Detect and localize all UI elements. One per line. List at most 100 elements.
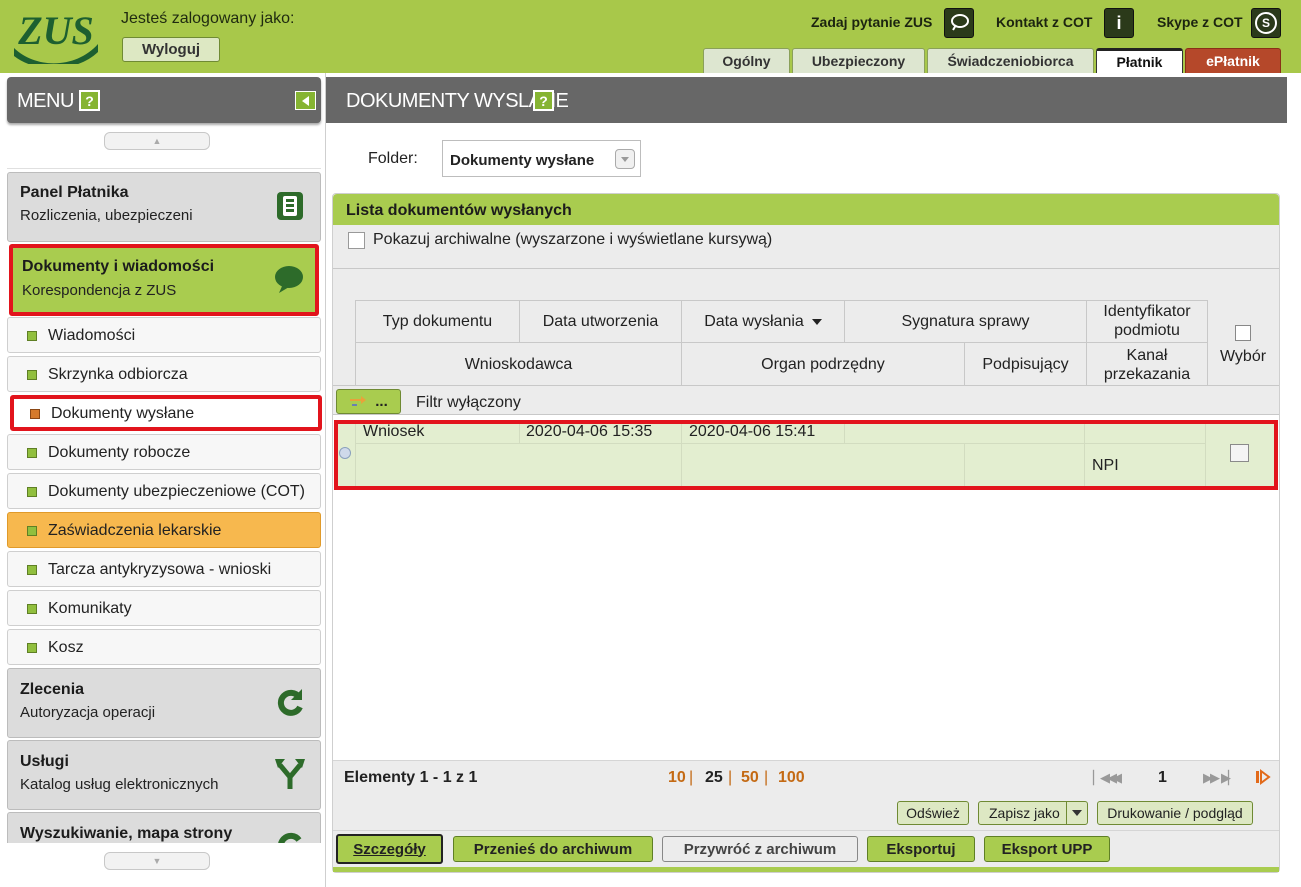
first-page-icon[interactable]: ▏◀◀ bbox=[1093, 770, 1117, 786]
export-upp-button[interactable]: Eksport UPP bbox=[984, 836, 1110, 862]
col-sent[interactable]: Data wysłania bbox=[682, 312, 844, 331]
logout-button[interactable]: Wyloguj bbox=[122, 37, 220, 62]
page-size-100[interactable]: 100 bbox=[778, 769, 805, 787]
col-applicant[interactable]: Wnioskodawca bbox=[356, 355, 681, 374]
last-page-icon[interactable]: ▶▏ bbox=[1221, 770, 1238, 786]
bullet-icon bbox=[27, 604, 37, 614]
prev-page-icon[interactable]: ◀ bbox=[1112, 770, 1122, 786]
filter-button[interactable]: ... bbox=[336, 389, 401, 414]
col-case-signature[interactable]: Sygnatura sprawy bbox=[845, 312, 1086, 331]
help-icon[interactable]: ? bbox=[79, 90, 100, 111]
cell-doc-type: Wniosek bbox=[363, 423, 425, 440]
menu-item-label: Kosz bbox=[48, 639, 84, 656]
tab-eplatnik[interactable]: ePłatnik bbox=[1185, 48, 1281, 73]
chevron-down-icon[interactable] bbox=[1066, 802, 1087, 824]
col-select: Wybór bbox=[1219, 348, 1267, 365]
print-preview-button[interactable]: Drukowanie / podgląd bbox=[1097, 801, 1253, 825]
section-subtitle: Autoryzacja operacji bbox=[20, 704, 156, 721]
menu-item-wiadomosci[interactable]: Wiadomości bbox=[7, 317, 321, 353]
show-archived-checkbox[interactable] bbox=[348, 232, 365, 249]
logo-text: ZUS bbox=[17, 8, 94, 53]
menu-item-dokumenty-wyslane[interactable]: Dokumenty wysłane bbox=[10, 395, 322, 431]
scroll-up-button[interactable]: ▲ bbox=[104, 132, 210, 150]
refresh-button[interactable]: Odśwież bbox=[897, 801, 969, 825]
tab-platnik[interactable]: Płatnik bbox=[1096, 48, 1183, 73]
menu-item-tarcza-antykryzysowa[interactable]: Tarcza antykryzysowa - wnioski bbox=[7, 551, 321, 587]
contact-cot-link[interactable]: Kontakt z COT bbox=[996, 14, 1092, 30]
grid-line bbox=[1205, 424, 1206, 486]
divider bbox=[333, 830, 1279, 831]
col-subject-id[interactable]: Identyfikator podmiotu bbox=[1087, 302, 1207, 340]
page-size-25[interactable]: 25 bbox=[705, 769, 723, 787]
menu-section-dokumenty[interactable]: Dokumenty i wiadomości Korespondencja z … bbox=[9, 244, 319, 316]
chevron-down-icon[interactable] bbox=[615, 149, 635, 169]
page-size-50[interactable]: 50 bbox=[741, 769, 759, 787]
save-as-button[interactable]: Zapisz jako bbox=[978, 801, 1088, 825]
menu-item-dokumenty-ubezpieczeniowe[interactable]: Dokumenty ubezpieczeniowe (COT) bbox=[7, 473, 321, 509]
export-button[interactable]: Eksportuj bbox=[867, 836, 975, 862]
ask-zus-link[interactable]: Zadaj pytanie ZUS bbox=[811, 14, 932, 30]
menu-item-zaswiadczenia-lekarskie[interactable]: Zaświadczenia lekarskie bbox=[7, 512, 321, 548]
col-doc-type[interactable]: Typ dokumentu bbox=[356, 312, 519, 331]
cell-channel: NPI bbox=[1092, 457, 1119, 474]
menu-item-label: Tarcza antykryzysowa - wnioski bbox=[48, 561, 272, 578]
col-channel-line1: Kanał bbox=[1126, 347, 1168, 364]
tab-swiadczeniobiorca[interactable]: Świadczeniobiorca bbox=[927, 48, 1094, 73]
grid-line bbox=[844, 424, 845, 443]
filter-button-label: ... bbox=[375, 393, 388, 410]
grid-line bbox=[355, 424, 356, 486]
menu-section-uslugi[interactable]: Usługi Katalog usług elektronicznych bbox=[7, 740, 321, 810]
page-end-icon[interactable] bbox=[1255, 769, 1271, 785]
tab-ogolny[interactable]: Ogólny bbox=[703, 48, 790, 73]
col-channel[interactable]: Kanał przekazania bbox=[1087, 346, 1207, 384]
page-size-10[interactable]: 10 bbox=[668, 769, 686, 787]
items-count: Elementy 1 - 1 z 1 bbox=[344, 769, 478, 786]
menu-item-skrzynka-odbiorcza[interactable]: Skrzynka odbiorcza bbox=[7, 356, 321, 392]
cell-created: 2020-04-06 15:35 bbox=[526, 423, 653, 440]
menu-item-dokumenty-robocze[interactable]: Dokumenty robocze bbox=[7, 434, 321, 470]
section-subtitle: Katalog usług elektronicznych bbox=[20, 776, 219, 793]
menu-item-komunikaty[interactable]: Komunikaty bbox=[7, 590, 321, 626]
sort-desc-icon bbox=[811, 318, 822, 325]
menu-section-panel-platnika[interactable]: Panel Płatnika Rozliczenia, ubezpieczeni bbox=[7, 172, 321, 242]
info-icon[interactable]: i bbox=[1104, 8, 1134, 38]
refresh-icon bbox=[274, 686, 306, 718]
section-subtitle: Korespondencja z ZUS bbox=[22, 282, 177, 299]
col-created[interactable]: Data utworzenia bbox=[520, 312, 681, 331]
section-title: Dokumenty i wiadomości bbox=[22, 258, 215, 275]
menu-item-kosz[interactable]: Kosz bbox=[7, 629, 321, 665]
menu-section-wyszukiwanie[interactable]: Wyszukiwanie, mapa strony bbox=[7, 812, 321, 843]
current-page: 1 bbox=[1158, 769, 1167, 786]
refresh-icon bbox=[274, 829, 306, 843]
menu-section-zlecenia[interactable]: Zlecenia Autoryzacja operacji bbox=[7, 668, 321, 738]
skype-cot-link[interactable]: Skype z COT bbox=[1157, 14, 1243, 30]
help-icon[interactable]: ? bbox=[533, 90, 554, 111]
folder-value: Dokumenty wysłane bbox=[450, 152, 595, 169]
row-expand-radio[interactable] bbox=[339, 447, 351, 459]
grid-line bbox=[355, 342, 1207, 343]
panel-bottom-bar bbox=[333, 867, 1279, 872]
section-title: Wyszukiwanie, mapa strony bbox=[20, 825, 233, 842]
select-all-checkbox[interactable] bbox=[1235, 325, 1251, 341]
row-select-checkbox[interactable] bbox=[1230, 444, 1249, 462]
zus-logo[interactable]: ZUS bbox=[12, 8, 100, 64]
col-signer[interactable]: Podpisujący bbox=[965, 355, 1086, 374]
chat-bubble-icon[interactable] bbox=[944, 8, 974, 38]
skype-icon[interactable]: S bbox=[1251, 8, 1281, 38]
folder-select[interactable]: Dokumenty wysłane bbox=[442, 140, 641, 177]
bullet-icon bbox=[27, 370, 37, 380]
collapse-menu-icon[interactable] bbox=[295, 91, 316, 110]
col-sub-organ[interactable]: Organ podrzędny bbox=[682, 355, 964, 374]
save-as-label: Zapisz jako bbox=[989, 805, 1060, 821]
cell-sent: 2020-04-06 15:41 bbox=[689, 423, 816, 440]
scroll-down-button[interactable]: ▼ bbox=[104, 852, 210, 870]
next-page-icon[interactable]: ▶▶ bbox=[1203, 770, 1220, 786]
grid-line bbox=[1207, 300, 1208, 385]
restore-from-archive-button[interactable]: Przywróć z archiwum bbox=[662, 836, 858, 862]
menu-header: MENU ? bbox=[7, 77, 321, 123]
details-button[interactable]: Szczegóły bbox=[336, 834, 443, 864]
move-to-archive-button[interactable]: Przenieś do archiwum bbox=[453, 836, 653, 862]
bullet-icon bbox=[27, 448, 37, 458]
tab-ubezpieczony[interactable]: Ubezpieczony bbox=[792, 48, 925, 73]
col-sent-label: Data wysłania bbox=[704, 313, 804, 330]
